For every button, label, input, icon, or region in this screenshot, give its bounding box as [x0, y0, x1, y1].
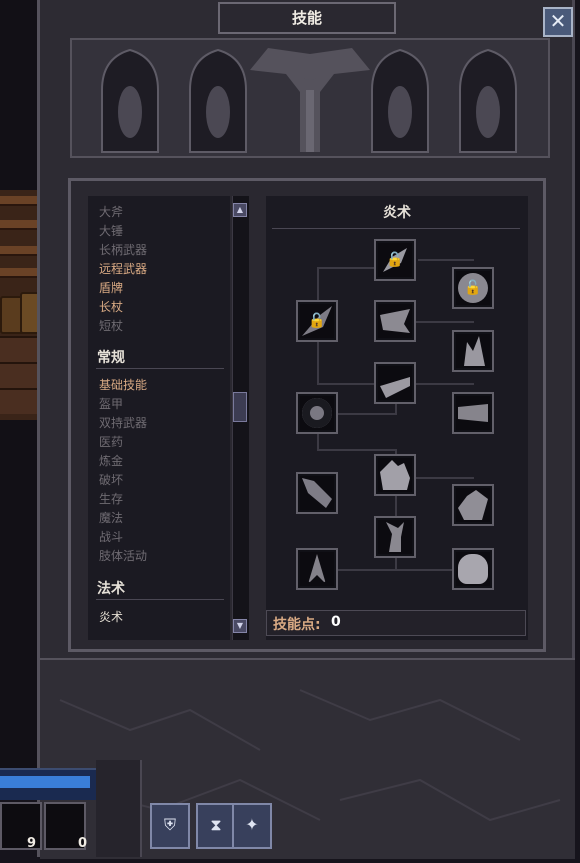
shelf-plank — [0, 220, 38, 230]
sparkle-icon: ✦ — [245, 815, 259, 834]
skill-node-9[interactable] — [374, 454, 416, 496]
shelf-plank — [0, 196, 38, 206]
list-item-dual-wield[interactable]: 双持武器 — [99, 415, 147, 431]
shelf-plank — [0, 268, 38, 278]
list-item-ranged[interactable]: 远程武器 — [99, 261, 147, 277]
mana-bar-fill — [0, 776, 90, 788]
skill-node-3[interactable]: 🔓 — [296, 300, 338, 342]
unlock-icon: 🔓 — [386, 252, 404, 268]
divider — [96, 599, 224, 600]
skill-points-label: 技能点: — [273, 617, 321, 633]
skill-node-13[interactable] — [296, 548, 338, 590]
shield-icon: ⛨ — [163, 815, 176, 834]
list-item-magic[interactable]: 魔法 — [99, 510, 123, 526]
skill-node-1[interactable]: 🔓 — [374, 239, 416, 281]
list-item-polearm[interactable]: 长柄武器 — [99, 242, 147, 258]
quick-slot-count: 9 — [27, 836, 37, 851]
skill-node-7[interactable] — [296, 392, 338, 434]
flame-lance-icon — [380, 377, 410, 398]
close-button[interactable]: ✕ — [543, 7, 573, 37]
list-item-great-axe[interactable]: 大斧 — [99, 204, 123, 220]
gothic-arches-icon — [72, 40, 548, 156]
unlock-icon: 🔓 — [464, 280, 482, 296]
fire-claw-icon — [302, 478, 332, 508]
fire-eye-icon — [302, 398, 332, 428]
skill-node-11[interactable] — [452, 484, 494, 526]
fire-cloud-icon — [458, 490, 488, 520]
list-item-staff[interactable]: 长杖 — [99, 299, 123, 315]
flame-pillar-icon — [464, 336, 485, 366]
fire-rune-icon — [308, 554, 326, 584]
unlock-icon: 🔓 — [308, 313, 326, 329]
skill-tree-title: 炎术 — [383, 205, 411, 221]
close-icon: ✕ — [549, 9, 567, 33]
list-item-armor[interactable]: 盔甲 — [99, 396, 123, 412]
list-item-athletics[interactable]: 肢体活动 — [99, 548, 147, 564]
skill-node-2[interactable]: 🔓 — [452, 267, 494, 309]
shelf-plank — [0, 246, 38, 256]
list-item-shield[interactable]: 盾牌 — [99, 280, 123, 296]
quick-slot-count: 0 — [78, 836, 88, 851]
skill-node-6[interactable] — [374, 362, 416, 404]
burning-hand-icon — [380, 460, 410, 490]
skill-category-list: 大斧 大锤 长柄武器 远程武器 盾牌 长杖 短杖 常规 基础技能 盔甲 双持武器… — [88, 196, 230, 640]
skill-node-12[interactable] — [374, 516, 416, 558]
hourglass-icon: ⧗ — [210, 815, 222, 834]
skill-node-4[interactable] — [374, 300, 416, 342]
flame-wave-icon — [380, 309, 410, 333]
brick-wall — [0, 336, 38, 362]
hourglass-button[interactable]: ⧗ — [196, 803, 236, 849]
list-item-great-hammer[interactable]: 大锤 — [99, 223, 123, 239]
gothic-header-art — [70, 38, 550, 158]
scroll-down-button[interactable]: ▼ — [233, 619, 247, 633]
skill-node-14[interactable] — [452, 548, 494, 590]
fire-stream-icon — [458, 404, 488, 422]
fire-figure-icon — [386, 522, 404, 552]
sparkle-button[interactable]: ✦ — [232, 803, 272, 849]
fire-skull-icon — [458, 554, 488, 584]
list-item-rod[interactable]: 短杖 — [99, 318, 123, 334]
divider — [96, 368, 224, 369]
shield-button[interactable]: ⛨ — [150, 803, 190, 849]
list-item-medicine[interactable]: 医药 — [99, 434, 123, 450]
skill-node-10[interactable] — [296, 472, 338, 514]
section-header-general: 常规 — [97, 350, 125, 366]
section-header-spells: 法术 — [97, 581, 125, 597]
list-item-pyromancy[interactable]: 炎术 — [99, 609, 123, 625]
brick-wall — [0, 388, 38, 414]
window-title: 技能 — [218, 2, 396, 34]
list-item-alchemy[interactable]: 炼金 — [99, 453, 123, 469]
scroll-up-button[interactable]: ▲ — [233, 203, 247, 217]
list-item-survival[interactable]: 生存 — [99, 491, 123, 507]
hud-ornament — [96, 760, 142, 857]
skill-node-5[interactable] — [452, 330, 494, 372]
skill-points-value: 0 — [331, 614, 341, 630]
game-world-background — [0, 0, 42, 770]
list-item-destruction[interactable]: 破坏 — [99, 472, 123, 488]
scroll-thumb[interactable] — [233, 392, 247, 422]
list-item-combat[interactable]: 战斗 — [99, 529, 123, 545]
brick-wall — [0, 362, 38, 388]
list-item-basic[interactable]: 基础技能 — [99, 377, 147, 393]
skill-node-8[interactable] — [452, 392, 494, 434]
